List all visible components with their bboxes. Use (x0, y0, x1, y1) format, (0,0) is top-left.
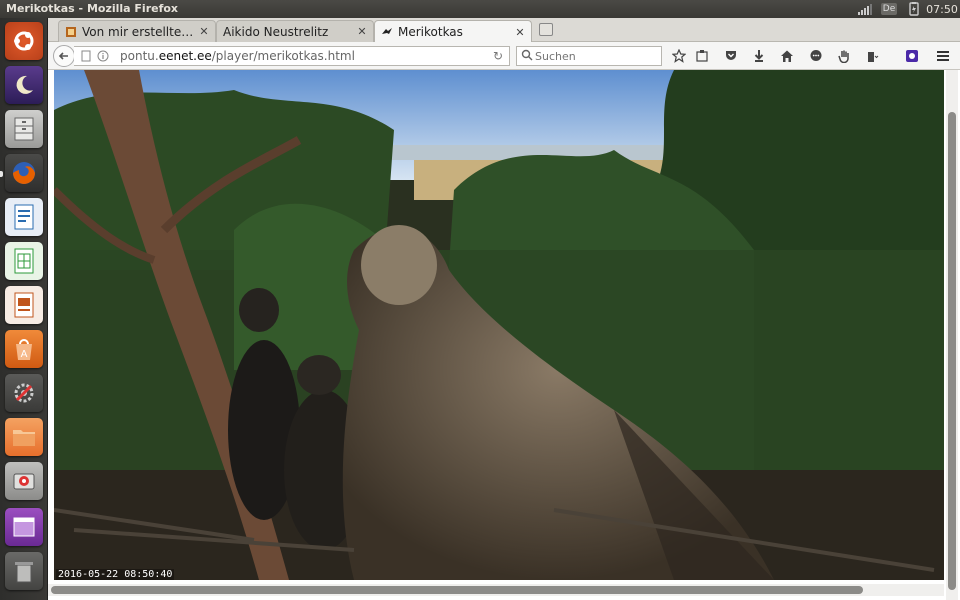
new-tab-icon[interactable] (539, 23, 553, 36)
close-icon[interactable]: ✕ (197, 25, 211, 38)
clock[interactable]: 07:50 (926, 1, 958, 17)
ubuntu-dash-icon[interactable] (5, 22, 43, 60)
chat-icon[interactable] (807, 47, 825, 65)
tab-label: Von mir erstellte Int… (82, 24, 197, 39)
running-indicator (0, 171, 3, 177)
tab-label: Aikido Neustrelitz (223, 24, 329, 39)
reading-list-icon[interactable] (693, 47, 711, 65)
tab-bar: Von mir erstellte Int… ✕ Aikido Neustrel… (48, 18, 960, 43)
scrollbar-thumb[interactable] (51, 586, 863, 594)
page-content: 2016-05-22 08:50:40 (48, 70, 960, 600)
tab-videos[interactable]: Von mir erstellte Int… ✕ (58, 20, 216, 42)
home-icon[interactable] (778, 47, 796, 65)
keyboard-layout-label: De (880, 3, 898, 15)
battery-icon[interactable] (906, 1, 922, 17)
pocket-icon[interactable] (722, 47, 740, 65)
eagle-icon (381, 26, 393, 38)
disk-icon[interactable] (5, 462, 43, 500)
reload-icon[interactable]: ↻ (491, 49, 505, 63)
search-icon (521, 49, 533, 64)
webcam-frame (54, 70, 944, 580)
video-timestamp: 2016-05-22 08:50:40 (56, 569, 175, 580)
navigation-toolbar: pontu.eenet.ee/player/merikotkas.html ↻ (48, 42, 960, 70)
film-icon (65, 26, 77, 38)
system-icon[interactable] (5, 66, 43, 104)
firefox-icon[interactable] (5, 154, 43, 192)
horizontal-scrollbar[interactable] (48, 584, 944, 596)
impress-icon[interactable] (5, 286, 43, 324)
url-path: /player/merikotkas.html (211, 49, 355, 63)
window-title: Merikotkas - Mozilla Firefox (6, 2, 179, 15)
eagle-webcam-video[interactable]: 2016-05-22 08:50:40 (54, 70, 944, 580)
scrollbar-thumb[interactable] (948, 112, 956, 590)
settings-icon[interactable] (5, 374, 43, 412)
back-button[interactable] (53, 45, 75, 67)
arrow-left-icon (58, 52, 68, 60)
hand-icon[interactable] (835, 47, 853, 65)
vertical-scrollbar[interactable] (946, 70, 958, 600)
close-icon[interactable]: ✕ (513, 26, 527, 39)
hamburger-menu-icon[interactable] (934, 47, 952, 65)
network-signal-icon[interactable] (858, 1, 872, 17)
top-panel: Merikotkas - Mozilla Firefox De 07:50 (0, 0, 960, 18)
tab-merikotkas[interactable]: Merikotkas ✕ (374, 20, 532, 43)
extension-menu-icon[interactable] (863, 47, 881, 65)
search-bar[interactable] (516, 46, 662, 66)
writer-icon[interactable] (5, 198, 43, 236)
firefox-window: Von mir erstellte Int… ✕ Aikido Neustrel… (48, 18, 960, 600)
url-text: pontu.eenet.ee/player/merikotkas.html (120, 49, 355, 63)
page-icon (81, 50, 91, 62)
url-host: eenet.ee (158, 49, 212, 63)
download-icon[interactable] (750, 47, 768, 65)
info-icon[interactable] (97, 50, 109, 62)
url-bar[interactable]: pontu.eenet.ee/player/merikotkas.html ↻ (74, 46, 510, 66)
workspace-switcher-icon[interactable] (5, 508, 43, 546)
tab-aikido[interactable]: Aikido Neustrelitz ✕ (216, 20, 374, 42)
trash-icon[interactable] (5, 552, 43, 590)
tab-label: Merikotkas (398, 25, 463, 39)
purple-extension-icon[interactable] (903, 47, 921, 65)
keyboard-layout-indicator[interactable]: De (880, 1, 898, 17)
close-icon[interactable]: ✕ (355, 25, 369, 38)
folder-icon[interactable] (5, 418, 43, 456)
svg-text:A: A (21, 349, 28, 360)
software-center-icon[interactable]: A (5, 330, 43, 368)
url-prefix: pontu. (120, 49, 159, 63)
search-input[interactable] (535, 48, 657, 64)
unity-launcher: A (0, 18, 48, 600)
files-drawer-icon[interactable] (5, 110, 43, 148)
bookmark-star-icon[interactable] (670, 47, 688, 65)
calc-icon[interactable] (5, 242, 43, 280)
